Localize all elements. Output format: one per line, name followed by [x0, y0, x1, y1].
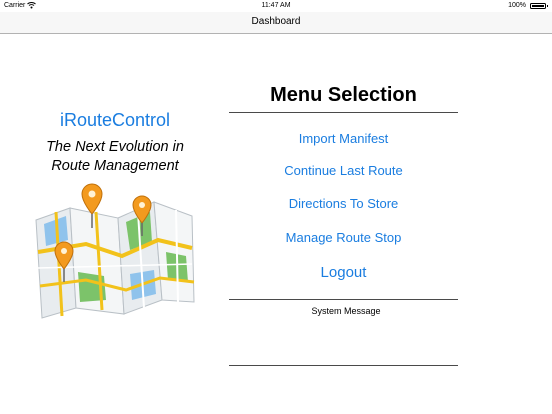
battery-percentage: 100%: [508, 2, 526, 9]
status-time: 11:47 AM: [261, 2, 291, 9]
page-title: Dashboard: [251, 16, 301, 27]
status-bar: Carrier 11:47 AM 100%: [0, 0, 552, 12]
logout-button[interactable]: Logout: [229, 264, 458, 281]
navigation-bar: Dashboard: [0, 12, 552, 34]
directions-to-store-button[interactable]: Directions To Store: [229, 196, 458, 211]
system-message-divider: [229, 365, 458, 366]
menu-title: Menu Selection: [270, 84, 417, 106]
continue-last-route-button[interactable]: Continue Last Route: [229, 163, 458, 178]
import-manifest-button[interactable]: Import Manifest: [229, 131, 458, 146]
tagline-line-2: Route Management: [51, 158, 179, 174]
menu-top-divider: [229, 112, 458, 113]
tagline: The Next Evolution in Route Management: [20, 138, 210, 176]
system-message-label: System Message: [311, 306, 381, 316]
app-name: iRouteControl: [59, 110, 171, 130]
manage-route-stop-button[interactable]: Manage Route Stop: [229, 230, 458, 245]
battery-icon: [530, 3, 548, 9]
tagline-line-1: The Next Evolution in: [46, 139, 184, 155]
map-icon: [35, 183, 195, 319]
menu-bottom-divider: [229, 299, 458, 300]
